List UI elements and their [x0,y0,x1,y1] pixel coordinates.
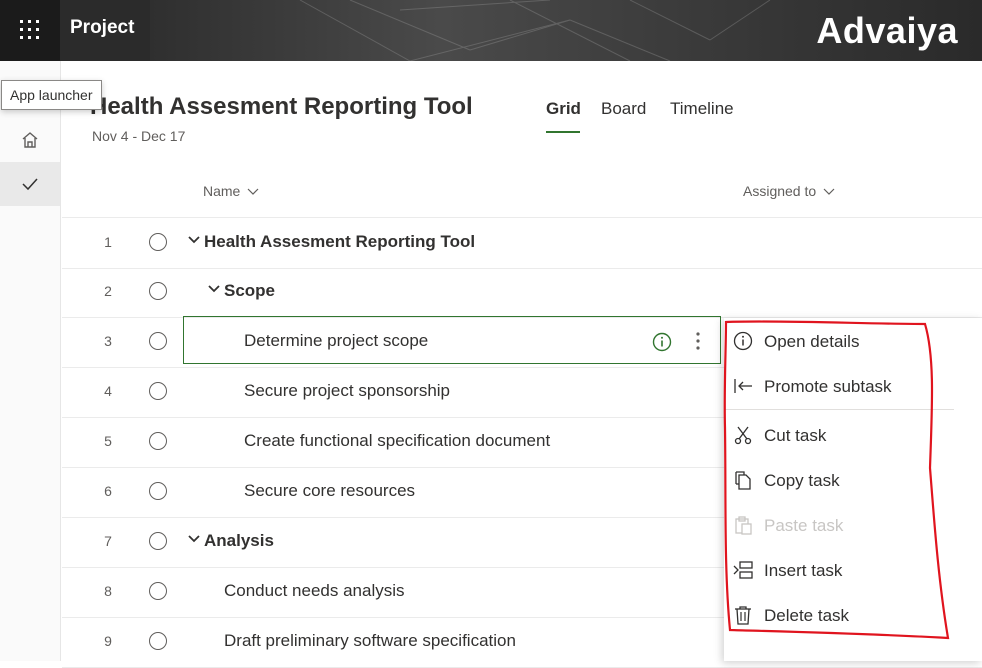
menu-item-label: Insert task [764,560,843,580]
menu-item-open-details[interactable]: Open details [724,319,954,364]
row-number: 4 [104,383,112,399]
column-header-name-label: Name [203,183,241,199]
waffle-icon [20,20,39,39]
task-name[interactable]: Create functional specification document [244,431,550,451]
menu-item-cut-task[interactable]: Cut task [724,413,954,458]
insert-icon [733,561,753,579]
top-bar: Advaiya Project [0,0,982,61]
menu-item-copy-task[interactable]: Copy task [724,458,954,503]
more-options-icon[interactable] [690,330,706,352]
complete-task-checkbox[interactable] [149,282,167,300]
copy-icon [735,471,751,490]
collapse-chevron-icon[interactable] [208,285,220,293]
menu-item-label: Delete task [764,605,850,625]
menu-item-label: Cut task [764,425,827,445]
row-number: 5 [104,433,112,449]
collapse-chevron-icon[interactable] [188,535,200,543]
project-dates: Nov 4 - Dec 17 [92,128,186,144]
menu-item-paste-task[interactable]: Paste task [724,503,954,548]
active-tab-indicator [546,131,580,133]
task-name[interactable]: Scope [224,281,275,301]
trash-icon [735,606,751,625]
menu-item-delete-task[interactable]: Delete task [724,593,954,638]
project-title[interactable]: Health Assesment Reporting Tool [90,93,473,121]
menu-item-label: Copy task [764,470,840,490]
left-rail [0,61,61,661]
promote-icon [734,379,752,393]
task-row[interactable]: 1 Health Assesment Reporting Tool [62,217,982,269]
menu-item-label: Paste task [764,515,844,535]
app-title[interactable]: Project [70,17,134,39]
task-name[interactable]: Draft preliminary software specification [224,631,516,651]
menu-item-insert-task[interactable]: Insert task [724,548,954,593]
task-name[interactable]: Conduct needs analysis [224,581,405,601]
complete-task-checkbox[interactable] [149,582,167,600]
collapse-chevron-icon[interactable] [188,236,200,244]
row-number: 3 [104,333,112,349]
task-name[interactable]: Secure project sponsorship [244,381,450,401]
app-launcher-button[interactable] [0,0,60,61]
info-icon[interactable] [652,332,672,352]
complete-task-checkbox[interactable] [149,432,167,450]
brand-logo: Advaiya [816,10,958,51]
complete-task-checkbox[interactable] [149,482,167,500]
row-number: 7 [104,533,112,549]
tab-grid[interactable]: Grid [546,99,581,119]
checkmark-icon [22,178,38,191]
task-name[interactable]: Analysis [204,531,274,551]
app-launcher-tooltip: App launcher [1,80,102,110]
home-button[interactable] [0,118,60,162]
tab-timeline[interactable]: Timeline [670,99,734,119]
tab-board[interactable]: Board [601,99,646,119]
complete-task-checkbox[interactable] [149,532,167,550]
complete-task-checkbox[interactable] [149,632,167,650]
selected-task-outline [183,316,721,364]
task-name[interactable]: Secure core resources [244,481,415,501]
column-header-name[interactable]: Name [203,183,259,199]
row-number: 1 [104,234,112,250]
scissors-icon [734,426,752,445]
brand-banner: Advaiya [150,0,982,61]
chevron-down-icon [823,188,835,196]
info-icon [733,331,753,351]
task-context-menu: Open details Promote subtask Cut task Co… [724,318,982,661]
paste-icon [735,516,752,535]
menu-divider [724,409,954,410]
complete-task-checkbox[interactable] [149,382,167,400]
column-header-assigned-label: Assigned to [743,183,817,199]
task-row[interactable]: 2 Scope [62,267,982,318]
menu-item-promote-subtask[interactable]: Promote subtask [724,364,954,409]
chevron-down-icon [247,188,259,196]
column-header-assigned[interactable]: Assigned to [743,183,835,199]
my-tasks-button[interactable] [0,162,60,206]
home-icon [22,132,38,148]
menu-item-label: Open details [764,331,860,351]
complete-task-checkbox[interactable] [149,233,167,251]
row-number: 8 [104,583,112,599]
task-name[interactable]: Health Assesment Reporting Tool [204,232,475,252]
row-number: 9 [104,633,112,649]
complete-task-checkbox[interactable] [149,332,167,350]
menu-item-label: Promote subtask [764,376,892,396]
row-number: 6 [104,483,112,499]
row-number: 2 [104,283,112,299]
